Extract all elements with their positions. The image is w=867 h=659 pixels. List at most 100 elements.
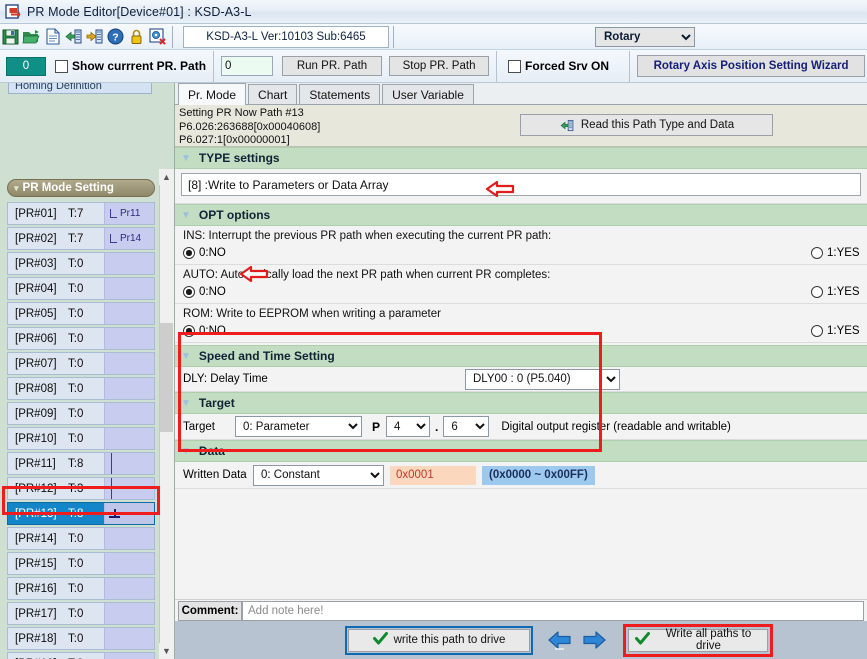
next-path-arrow-icon[interactable] <box>581 628 607 652</box>
opt-rom-no-label: 0:NO <box>199 325 226 337</box>
checkmark-icon <box>635 632 650 648</box>
opt-ins-radio-no[interactable] <box>183 247 195 259</box>
opt-rom-radio-yes[interactable] <box>811 325 823 337</box>
write-to-drive-icon[interactable] <box>85 27 104 47</box>
write-all-paths-button[interactable]: Write all paths to drive <box>628 628 768 652</box>
open-folder-icon[interactable] <box>22 27 41 47</box>
tab-statements[interactable]: Statements <box>299 84 381 104</box>
pr-path-row[interactable]: [PR#09] T:0 <box>7 402 155 425</box>
show-current-path-checkbox-box[interactable] <box>55 59 68 73</box>
rotary-axis-wizard-button[interactable]: Rotary Axis Position Setting Wizard <box>637 55 866 77</box>
pr-path-row[interactable]: [PR#12] T:3 <box>7 477 155 500</box>
comment-bar: Comment: <box>175 599 867 621</box>
flow-line-icon <box>111 453 112 474</box>
pr-path-type: T:0 <box>68 382 84 395</box>
pr-path-row[interactable]: [PR#05] T:0 <box>7 302 155 325</box>
parameter-group-select[interactable]: 4 <box>386 416 431 437</box>
show-current-path-checkbox[interactable]: Show currrent PR. Path <box>55 59 206 73</box>
sidebar-group-pr-mode-setting[interactable]: ▾ PR Mode Setting <box>7 179 155 197</box>
data-header[interactable]: ▼ Data <box>175 440 867 462</box>
path-control-toolbar: 0 Show currrent PR. Path Run PR. Path St… <box>0 50 867 83</box>
parameter-index-select[interactable]: 6 <box>443 416 490 437</box>
sidebar-scrollbar-thumb[interactable] <box>160 323 173 432</box>
pr-path-id: [PR#14] <box>15 532 57 545</box>
target-hint-text: Digital output register (readable and wr… <box>501 420 731 433</box>
pr-path-flow-marker <box>104 603 154 624</box>
pr-path-row[interactable]: [PR#15] T:0 <box>7 552 155 575</box>
read-from-drive-icon[interactable] <box>64 27 83 47</box>
pr-path-row[interactable]: [PR#19]T:0 <box>7 652 155 659</box>
opt-auto-radio-yes[interactable] <box>811 286 823 298</box>
previous-path-arrow-icon[interactable] <box>547 628 573 652</box>
write-this-path-highlight: write this path to drive <box>345 625 533 655</box>
axis-mode-select[interactable]: Rotary <box>595 26 695 47</box>
pr-path-row[interactable]: [PR#02] T:7 Pr14 <box>7 227 155 250</box>
pr-path-row[interactable]: [PR#11] T:8 <box>7 452 155 475</box>
pr-path-row[interactable]: [PR#10] T:0 <box>7 427 155 450</box>
pr-path-row[interactable]: [PR#01] T:7 Pr11 <box>7 202 155 225</box>
toolbar-divider-2 <box>393 25 394 48</box>
opt-auto-yes-label: 1:YES <box>827 286 860 298</box>
run-path-button[interactable]: Run PR. Path <box>282 56 383 76</box>
save-icon[interactable] <box>1 27 20 47</box>
write-this-path-button[interactable]: write this path to drive <box>348 628 530 652</box>
comment-input[interactable] <box>242 600 864 621</box>
sidebar-scrollbar[interactable] <box>159 169 174 659</box>
sidebar-item-homing-definition[interactable]: Homing Definition <box>8 83 152 94</box>
pr-path-flow-marker <box>104 553 154 574</box>
scroll-down-icon[interactable]: ▼ <box>159 643 174 659</box>
opt-ins-radios: 0:NO 1:YES <box>175 244 867 262</box>
pr-path-row[interactable]: [PR#03] T:0 <box>7 252 155 275</box>
pr-path-flow-marker <box>104 278 154 299</box>
pr-path-row[interactable]: [PR#17] T:0 <box>7 602 155 625</box>
pr-path-row[interactable]: [PR#08] T:0 <box>7 377 155 400</box>
pr-path-row[interactable]: [PR#16] T:0 <box>7 577 155 600</box>
svg-text:?: ? <box>112 31 118 43</box>
forced-srv-on-checkbox[interactable]: Forced Srv ON <box>508 59 609 73</box>
pr-path-id: [PR#16] <box>15 582 57 595</box>
tab-chart[interactable]: Chart <box>248 84 298 104</box>
opt-auto-radio-no[interactable] <box>183 286 195 298</box>
pr-path-id: [PR#13] <box>15 507 57 520</box>
write-all-paths-label: Write all paths to drive <box>665 628 752 652</box>
target-header[interactable]: ▼ Target <box>175 392 867 414</box>
new-document-icon[interactable] <box>43 27 62 47</box>
pr-path-row[interactable]: [PR#13] T:8 <box>7 502 155 525</box>
help-icon[interactable]: ? <box>106 27 125 47</box>
written-data-hex-field[interactable]: 0x0001 <box>390 465 476 485</box>
forced-srv-on-checkbox-box[interactable] <box>508 59 522 73</box>
target-mode-select[interactable]: 0: Parameter <box>235 416 362 437</box>
opt-ins-radio-yes[interactable] <box>811 247 823 259</box>
type-settings-header[interactable]: ▼ TYPE settings <box>175 147 867 169</box>
pr-path-type: T:8 <box>68 457 84 470</box>
stop-path-button[interactable]: Stop PR. Path <box>389 56 490 76</box>
pr-path-target-label: Pr11 <box>120 208 141 219</box>
window-title: PR Mode Editor[Device#01] : KSD-A3-L <box>27 4 252 19</box>
path-number-input[interactable] <box>221 56 274 76</box>
tab-pr-mode[interactable]: Pr. Mode <box>178 83 247 105</box>
scroll-up-icon[interactable]: ▲ <box>159 169 174 185</box>
type-value-field[interactable]: [8] :Write to Parameters or Data Array <box>181 173 861 196</box>
pr-path-type: T:0 <box>68 357 84 370</box>
pr-path-row[interactable]: [PR#18] T:0 <box>7 627 155 650</box>
pr-path-row[interactable]: [PR#07] T:0 <box>7 352 155 375</box>
chevron-down-icon: ▾ <box>14 182 19 193</box>
lock-icon[interactable] <box>127 27 146 47</box>
pr-path-flow-marker <box>104 503 154 524</box>
read-path-type-and-data-button[interactable]: Read this Path Type and Data <box>520 114 773 136</box>
speed-time-header[interactable]: ▼ Speed and Time Setting <box>175 345 867 367</box>
pr-path-row[interactable]: [PR#06] T:0 <box>7 327 155 350</box>
window-titlebar: PR Mode Editor[Device#01] : KSD-A3-L <box>0 0 867 24</box>
pr-path-type: T:0 <box>68 532 84 545</box>
written-data-source-select[interactable]: 0: Constant <box>253 464 384 486</box>
settings-delete-icon[interactable] <box>148 27 167 47</box>
pr-path-row[interactable]: [PR#04] T:0 <box>7 277 155 300</box>
opt-options-header[interactable]: ▼ OPT options <box>175 204 867 226</box>
toolbar-divider <box>172 25 173 48</box>
opt-rom-yes-group: 1:YES <box>811 325 860 337</box>
delay-time-select[interactable]: DLY00 : 0 (P5.040) <box>465 368 620 390</box>
tab-user-variable[interactable]: User Variable <box>382 84 474 104</box>
pr-path-type: T:7 <box>68 207 84 220</box>
pr-path-row[interactable]: [PR#14] T:0 <box>7 527 155 550</box>
opt-rom-radio-no[interactable] <box>183 325 195 337</box>
